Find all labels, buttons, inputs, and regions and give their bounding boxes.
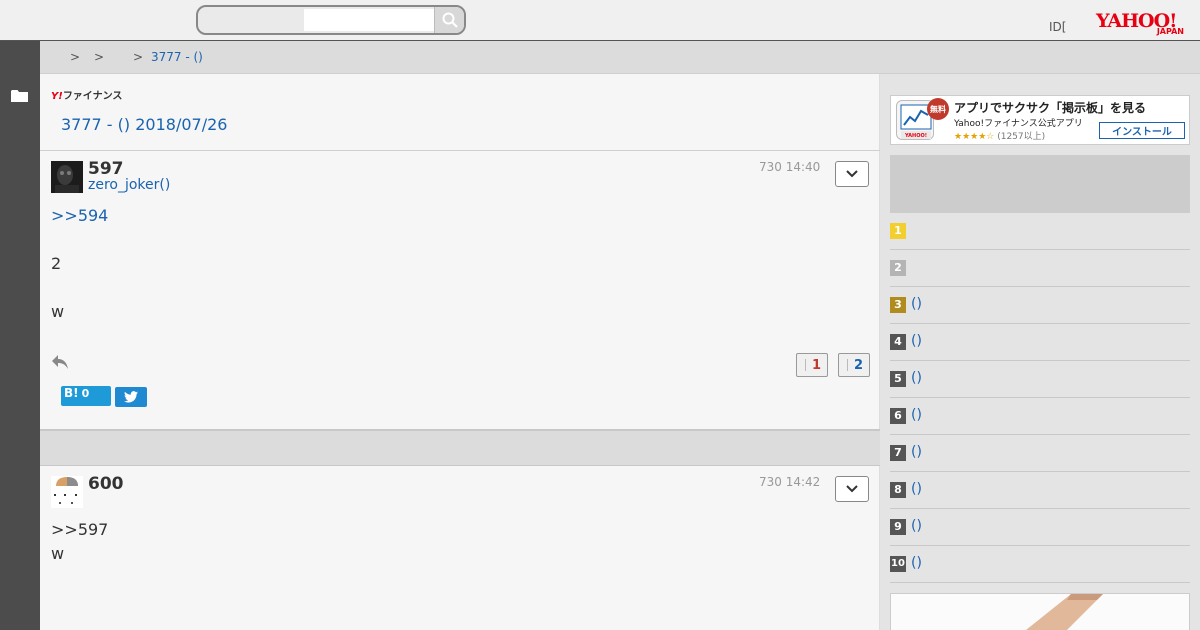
rank-number-badge: 3	[890, 297, 906, 313]
vote-down-button[interactable]: 2	[838, 353, 870, 377]
search-box	[196, 5, 466, 35]
breadcrumb-current[interactable]: 3777 - ()	[151, 50, 203, 64]
stars-icon: ★★★★☆	[954, 132, 995, 142]
rank-number-badge: 6	[890, 408, 906, 424]
avatar[interactable]	[51, 161, 83, 193]
vote-up-button[interactable]: 1	[796, 353, 828, 377]
rank-number-badge: 7	[890, 445, 906, 461]
app-promo-banner[interactable]: YAHOO! 無料 アプリでサクサク「掲示板」を見る Yahoo!ファイナンス公…	[890, 95, 1190, 145]
ad-image-icon	[1026, 594, 1103, 630]
breadcrumb: > > > 3777 - ()	[40, 41, 1200, 74]
install-button[interactable]: インストール	[1099, 122, 1185, 139]
post-anchor-link[interactable]: >>594	[51, 206, 108, 225]
hatena-bookmark-button[interactable]: B! 0	[61, 386, 111, 406]
post-number[interactable]: 600	[88, 474, 124, 494]
search-input[interactable]	[304, 9, 434, 31]
folder-icon[interactable]	[11, 89, 28, 103]
rank-number-badge: 2	[890, 260, 906, 276]
rank-number-badge: 8	[890, 482, 906, 498]
yahoo-japan-logo[interactable]: YAHOO! JAPAN	[1096, 10, 1188, 38]
post-body-line: w	[51, 544, 65, 563]
ranking-item[interactable]: 2	[890, 250, 1190, 287]
post-username[interactable]: zero_joker()	[88, 177, 170, 193]
yahoo-logo-sub: JAPAN	[1156, 27, 1184, 36]
breadcrumb-separator: >	[94, 50, 105, 64]
rank-label[interactable]: ()	[911, 333, 922, 349]
rank-label[interactable]: ()	[911, 555, 922, 571]
post-menu-button[interactable]	[835, 476, 869, 502]
top-header: ID[ YAHOO! JAPAN	[0, 0, 1200, 41]
avatar[interactable]	[51, 476, 83, 508]
twitter-bird-icon	[124, 391, 138, 403]
avatar-image-icon	[51, 161, 83, 193]
twitter-share-button[interactable]	[115, 387, 147, 407]
bottom-ad-image[interactable]	[890, 593, 1190, 630]
main-content: Y!ファイナンス 3777 - () 2018/07/26 597 zero_j…	[40, 74, 880, 630]
rating-stars: ★★★★☆ (1257以上)	[954, 129, 1045, 142]
ranking-item[interactable]: 5 ()	[890, 361, 1190, 398]
ad-title: アプリでサクサク「掲示板」を見る	[954, 101, 1147, 115]
post-timestamp: 730 14:42	[759, 475, 821, 489]
free-badge: 無料	[927, 98, 949, 120]
board-title[interactable]: 3777 - () 2018/07/26	[61, 115, 227, 134]
rank-number-badge: 5	[890, 371, 906, 387]
ranking-item[interactable]: 10 ()	[890, 546, 1190, 583]
rank-number-badge: 10	[890, 556, 906, 572]
post-600: 600 730 14:42 >>597 w	[40, 466, 880, 630]
hatena-count: 0	[81, 387, 90, 400]
rank-label[interactable]: ()	[911, 296, 922, 312]
ranking-item[interactable]: 6 ()	[890, 398, 1190, 435]
vote-down-count: 2	[853, 357, 863, 373]
review-count: (1257以上)	[997, 132, 1046, 142]
rank-label[interactable]: ()	[911, 481, 922, 497]
finance-logo-text: ファイナンス	[62, 91, 123, 102]
rank-number-badge: 9	[890, 519, 906, 535]
rank-label[interactable]: ()	[911, 370, 922, 386]
breadcrumb-separator: >	[133, 50, 144, 64]
rank-label[interactable]: ()	[911, 407, 922, 423]
chevron-down-icon	[846, 485, 858, 493]
ad-subtitle: Yahoo!ファイナンス公式アプリ	[954, 119, 1083, 129]
search-button[interactable]	[434, 7, 464, 33]
rank-number-badge: 1	[890, 223, 906, 239]
svg-text:YAHOO!: YAHOO!	[904, 133, 927, 139]
chevron-down-icon	[846, 170, 858, 178]
post-body-line: 2	[51, 254, 62, 273]
post-597: 597 zero_joker() 730 14:40 >>594 2 w 1 2…	[40, 151, 880, 429]
finance-logo-y: Y!	[51, 91, 63, 102]
user-id-label[interactable]: ID[	[1049, 20, 1066, 34]
rank-label[interactable]: ()	[911, 518, 922, 534]
avatar-image-icon	[51, 476, 83, 508]
post-menu-button[interactable]	[835, 161, 869, 187]
breadcrumb-separator: >	[70, 50, 81, 64]
ranking-item[interactable]: 7 ()	[890, 435, 1190, 472]
post-body-line: w	[51, 302, 65, 321]
ranking-item[interactable]: 4 ()	[890, 324, 1190, 361]
ranking-item[interactable]: 3 ()	[890, 287, 1190, 324]
right-sidebar: YAHOO! 無料 アプリでサクサク「掲示板」を見る Yahoo!ファイナンス公…	[880, 74, 1200, 630]
rank-label[interactable]: ()	[911, 444, 922, 460]
ranking-item[interactable]: 9 ()	[890, 509, 1190, 546]
vote-up-count: 1	[811, 357, 821, 373]
reply-icon[interactable]	[51, 354, 69, 370]
rank-number-badge: 4	[890, 334, 906, 350]
post-separator-band	[40, 429, 880, 466]
post-number[interactable]: 597	[88, 159, 124, 179]
post-anchor-text: >>597	[51, 520, 109, 539]
search-icon	[442, 12, 458, 28]
left-rail	[0, 41, 40, 630]
ranking-item[interactable]: 1	[890, 213, 1190, 250]
yahoo-finance-logo[interactable]: Y!ファイナンス	[51, 87, 122, 102]
ranking-item[interactable]: 8 ()	[890, 472, 1190, 509]
post-timestamp: 730 14:40	[759, 160, 821, 174]
ad-placeholder	[890, 155, 1190, 213]
hatena-label: B!	[64, 386, 79, 400]
